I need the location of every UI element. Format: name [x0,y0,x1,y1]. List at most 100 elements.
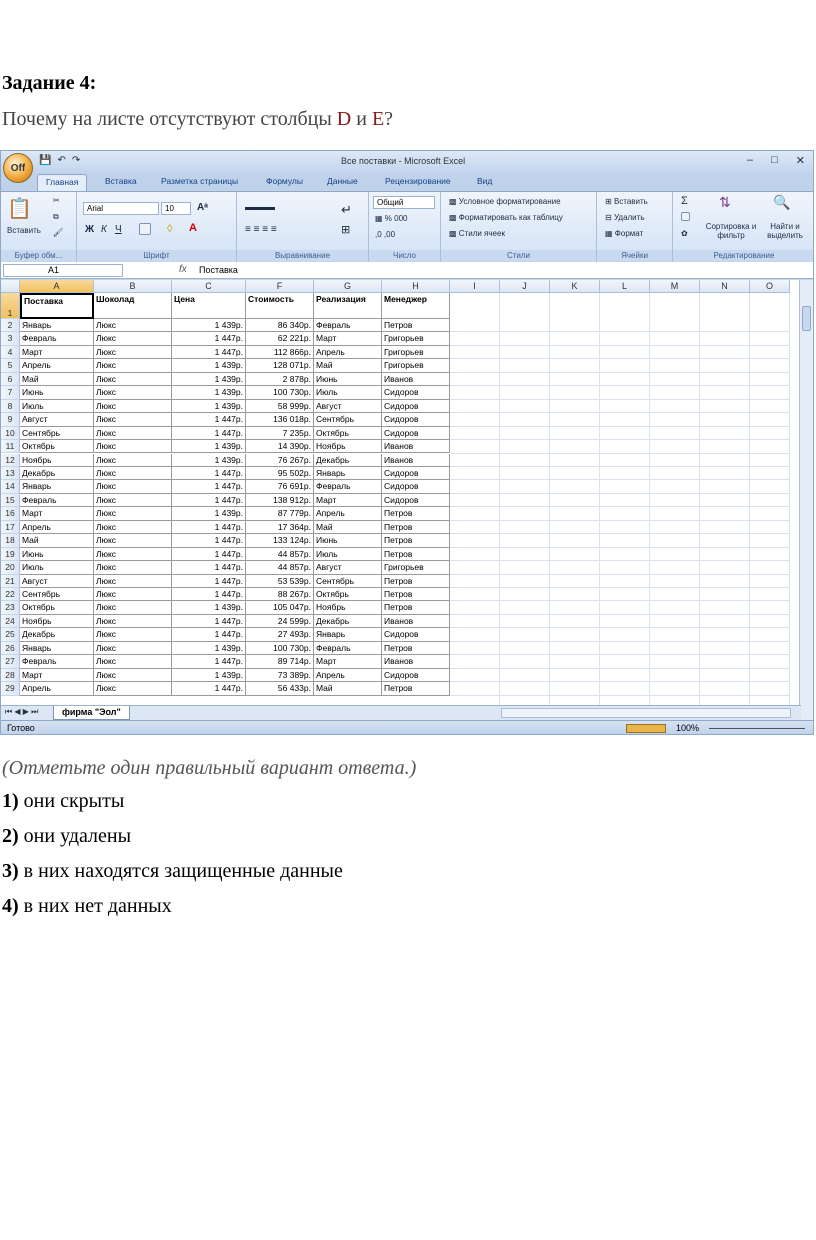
row-header[interactable]: 23 [1,601,20,615]
table-cell[interactable]: 1 447р. [172,547,246,562]
row-header[interactable]: 4 [1,345,20,360]
column-header[interactable]: J [500,280,550,293]
table-cell[interactable]: Май [314,520,382,535]
insert-cells-button[interactable]: ⊞ Вставить [605,197,648,206]
table-cell[interactable]: Февраль [314,641,382,656]
table-cell[interactable]: Люкс [94,628,172,642]
table-cell[interactable]: Люкс [94,359,172,373]
clear-icon[interactable]: ✿ [681,229,688,238]
table-cell[interactable]: Сидоров [382,426,450,441]
table-cell[interactable]: 128 071р. [246,359,314,373]
italic-icon[interactable]: К [101,224,107,235]
undo-icon[interactable]: ↶ [57,155,65,166]
table-cell[interactable]: Январь [314,466,382,481]
cut-icon[interactable]: ✂ [53,196,60,205]
underline-icon[interactable]: Ч [115,224,122,235]
table-cell[interactable]: 73 389р. [246,668,314,683]
table-cell[interactable]: Апрель [20,520,94,535]
row-header[interactable]: 11 [1,440,20,454]
table-cell[interactable]: Июнь [314,372,382,387]
table-cell[interactable]: Петров [382,520,450,535]
row-header[interactable]: 3 [1,332,20,346]
row-header[interactable]: 17 [1,520,20,535]
table-cell[interactable]: Август [20,413,94,427]
table-cell[interactable]: Январь [20,641,94,656]
row-header[interactable]: 8 [1,399,20,414]
table-cell[interactable]: Июнь [20,547,94,562]
row-header[interactable]: 1 [1,293,20,319]
row-header[interactable]: 2 [1,319,20,333]
table-cell[interactable]: 1 447р. [172,413,246,427]
row-header[interactable]: 24 [1,614,20,629]
header-cell[interactable]: Реализация [314,293,382,319]
table-cell[interactable]: Сидоров [382,628,450,642]
merge-icon[interactable]: ⊞ [341,223,350,236]
row-header[interactable]: 6 [1,372,20,387]
row-header[interactable]: 12 [1,453,20,467]
table-cell[interactable]: 1 447р. [172,655,246,669]
row-header[interactable]: 21 [1,574,20,588]
table-cell[interactable]: Григорьев [382,332,450,346]
save-icon[interactable]: 💾 [39,155,51,166]
table-cell[interactable]: Июнь [20,386,94,400]
table-cell[interactable]: 1 439р. [172,641,246,656]
format-painter-icon[interactable]: 🖌 [53,228,63,237]
table-cell[interactable]: 1 439р. [172,453,246,467]
align-top-icon[interactable]: ▬▬▬ [245,202,275,213]
table-cell[interactable]: Март [20,668,94,683]
name-box[interactable]: A1 [3,264,123,277]
vertical-scrollbar[interactable] [799,280,813,720]
table-cell[interactable]: Люкс [94,372,172,387]
table-cell[interactable]: Май [20,372,94,387]
table-cell[interactable]: Декабрь [314,614,382,629]
table-cell[interactable]: Сидоров [382,466,450,481]
redo-icon[interactable]: ↷ [72,155,80,166]
row-header[interactable]: 22 [1,588,20,602]
table-cell[interactable]: Григорьев [382,345,450,360]
table-cell[interactable]: 1 439р. [172,668,246,683]
table-cell[interactable]: 105 047р. [246,601,314,615]
table-cell[interactable]: 1 439р. [172,386,246,400]
table-cell[interactable]: 1 439р. [172,319,246,333]
percent-icon[interactable]: ▦ % 000 [375,214,407,223]
table-cell[interactable]: Люкс [94,574,172,588]
table-cell[interactable]: 7 235р. [246,426,314,441]
delete-cells-button[interactable]: ⊟ Удалить [605,213,644,222]
table-cell[interactable]: 95 502р. [246,466,314,481]
table-cell[interactable]: Сентябрь [314,413,382,427]
table-cell[interactable]: Петров [382,319,450,333]
table-cell[interactable]: Август [20,574,94,588]
table-cell[interactable]: Декабрь [20,628,94,642]
row-header[interactable]: 19 [1,547,20,562]
sort-filter-button[interactable]: Сортировка и фильтр [703,222,759,240]
tab-4[interactable]: Формулы [266,176,303,186]
table-cell[interactable]: 1 447р. [172,466,246,481]
table-cell[interactable]: Октябрь [314,426,382,441]
table-cell[interactable]: Март [314,655,382,669]
font-size-select[interactable]: 10 [161,202,191,215]
scroll-thumb[interactable] [802,306,811,331]
table-cell[interactable]: Май [314,359,382,373]
header-cell[interactable]: Стоимость [246,293,314,319]
table-cell[interactable]: Сидоров [382,480,450,494]
table-cell[interactable]: 1 447р. [172,332,246,346]
table-cell[interactable]: Люкс [94,668,172,683]
table-cell[interactable]: 112 866р. [246,345,314,360]
table-cell[interactable]: 76 691р. [246,480,314,494]
table-cell[interactable]: Декабрь [314,453,382,467]
table-cell[interactable]: Март [314,493,382,508]
table-cell[interactable]: Люкс [94,682,172,696]
table-cell[interactable]: Люкс [94,507,172,521]
table-cell[interactable]: Январь [314,628,382,642]
table-cell[interactable]: Люкс [94,614,172,629]
table-cell[interactable]: 44 857р. [246,561,314,575]
font-name-select[interactable]: Arial [83,202,159,215]
table-cell[interactable]: Люкс [94,332,172,346]
option-3[interactable]: 3) в них находятся защищенные данные [2,860,343,883]
table-cell[interactable]: 1 447р. [172,614,246,629]
table-cell[interactable]: 136 018р. [246,413,314,427]
tab-5[interactable]: Данные [327,176,358,186]
header-cell[interactable]: Шоколад [94,293,172,319]
table-cell[interactable]: Люкс [94,601,172,615]
table-cell[interactable]: Люкс [94,399,172,414]
